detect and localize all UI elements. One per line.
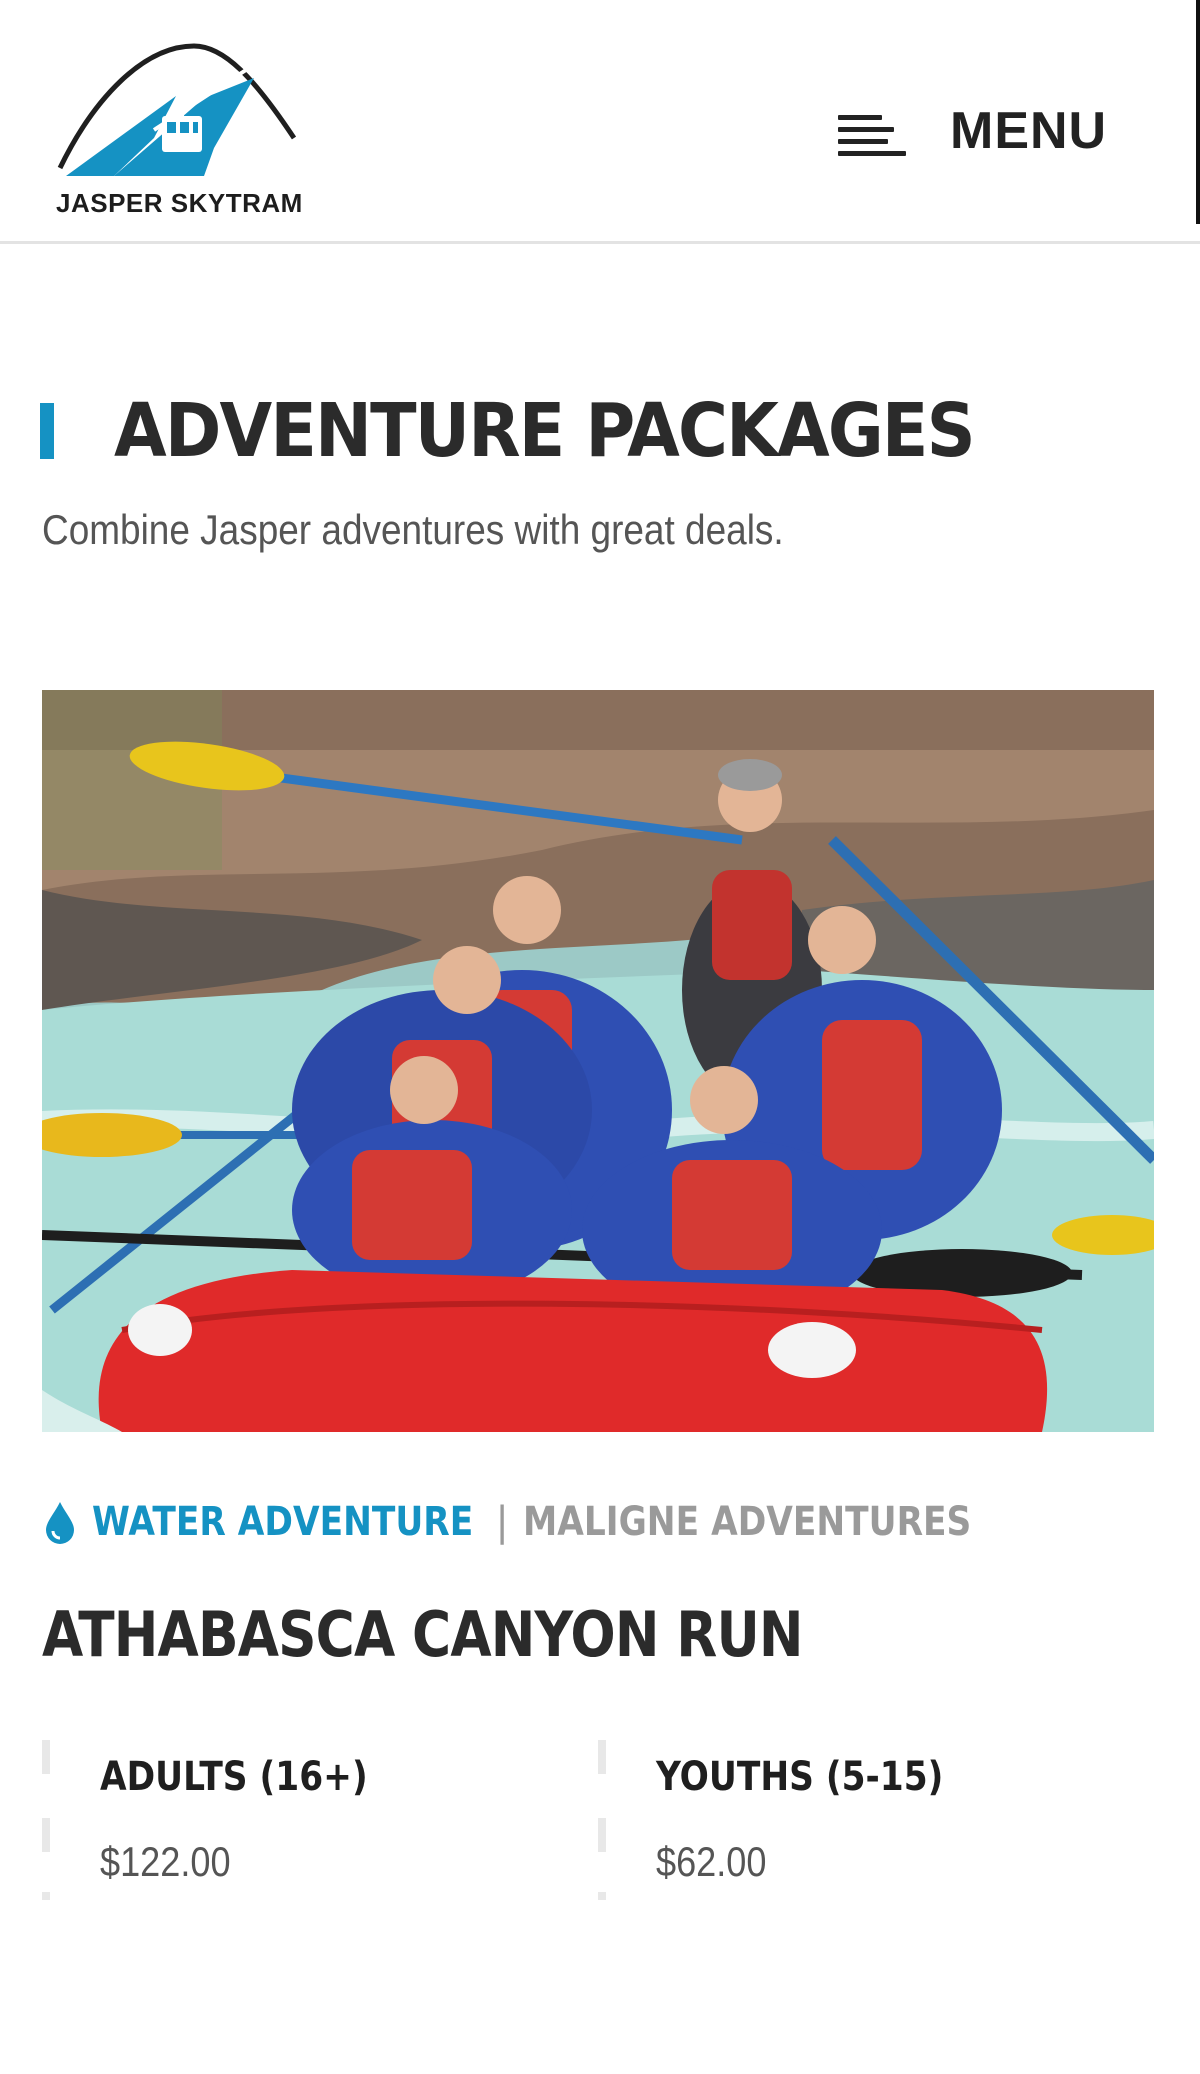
logo-text: JASPER SKYTRAM [56,188,303,218]
water-drop-icon [46,1502,74,1544]
skytram-logo-icon [57,43,297,176]
menu-label: MENU [950,102,1108,160]
rafting-photo-illustration [42,690,1154,1432]
price-value: $62.00 [656,1838,767,1885]
category-separator: | [495,1499,509,1545]
jasper-skytram-logo[interactable]: JASPER SKYTRAM [54,38,324,224]
category-primary-link[interactable]: WATER ADVENTURE [92,1499,473,1545]
menu-button[interactable]: MENU [838,96,1107,166]
package-photo[interactable] [42,690,1154,1432]
price-divider [598,1892,606,1900]
page-title: ADVENTURE PACKAGES [114,388,976,474]
package-category: WATER ADVENTURE | MALIGNE ADVENTURES [44,1492,1044,1552]
category-secondary-link[interactable]: MALIGNE ADVENTURES [523,1499,971,1545]
price-label: ADULTS (16+) [100,1754,368,1800]
section-subtitle: Combine Jasper adventures with great dea… [42,506,784,553]
price-divider [42,1818,50,1852]
price-divider [598,1740,606,1774]
hamburger-menu-icon [838,105,910,157]
price-divider [42,1892,50,1900]
site-header: JASPER SKYTRAM MENU [0,0,1200,244]
section-heading: ADVENTURE PACKAGES [40,386,1049,476]
price-adults: ADULTS (16+) $122.00 [42,1740,582,1900]
heading-accent-bar [40,403,54,459]
price-label: YOUTHS (5-15) [656,1754,944,1800]
price-divider [42,1740,50,1774]
package-title[interactable]: ATHABASCA CANYON RUN [42,1598,804,1671]
edge-divider [1196,0,1200,224]
price-divider [598,1818,606,1852]
price-value: $122.00 [100,1838,231,1885]
price-youths: YOUTHS (5-15) $62.00 [598,1740,1138,1900]
